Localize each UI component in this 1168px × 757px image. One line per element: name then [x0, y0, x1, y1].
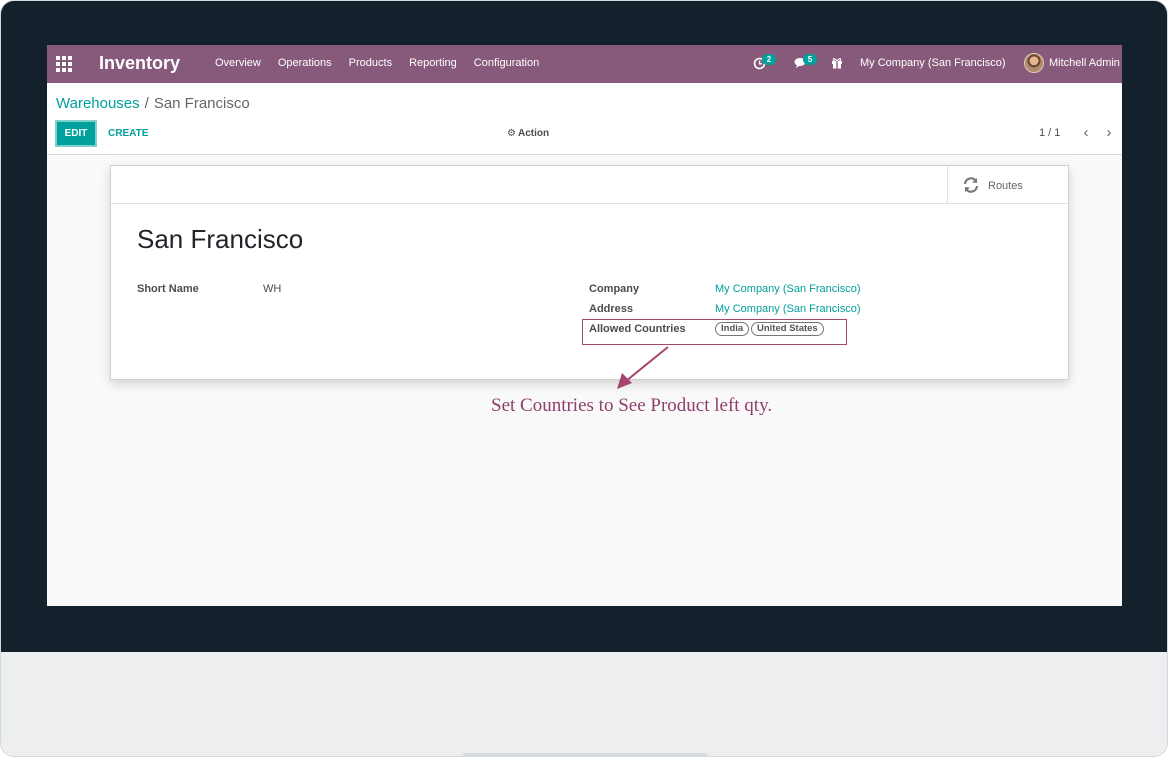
- control-panel: Warehouses / San Francisco EDIT CREATE ⚙ Ac…: [47, 83, 1122, 155]
- routes-button[interactable]: Routes: [947, 166, 1068, 203]
- gift-icon[interactable]: [830, 57, 844, 71]
- menu-item-overview[interactable]: Overview: [215, 57, 261, 69]
- create-button[interactable]: CREATE: [108, 128, 148, 139]
- user-menu[interactable]: Mitchell Admin: [1049, 57, 1120, 69]
- breadcrumb: Warehouses / San Francisco: [56, 95, 250, 112]
- edit-button[interactable]: EDIT: [55, 120, 97, 147]
- refresh-icon: [963, 177, 979, 193]
- routes-label: Routes: [988, 180, 1023, 192]
- apps-grid-icon[interactable]: [56, 56, 72, 72]
- smart-button-box: Routes: [111, 166, 1068, 204]
- chevron-right-icon[interactable]: ›: [1103, 124, 1115, 141]
- app-title[interactable]: Inventory: [99, 53, 180, 74]
- gear-icon: ⚙: [507, 128, 516, 139]
- activity-badge: 2: [762, 54, 776, 65]
- monitor-frame: Inventory Overview Operations Products R…: [0, 0, 1168, 757]
- company-switcher[interactable]: My Company (San Francisco): [860, 57, 1006, 69]
- menu-item-products[interactable]: Products: [349, 57, 392, 69]
- short-name-label: Short Name: [137, 283, 199, 295]
- menu-item-operations[interactable]: Operations: [278, 57, 332, 69]
- record-title: San Francisco: [137, 224, 304, 254]
- short-name-value: WH: [263, 283, 282, 295]
- menu-item-reporting[interactable]: Reporting: [409, 57, 457, 69]
- address-label: Address: [589, 303, 634, 315]
- user-avatar[interactable]: [1024, 53, 1044, 73]
- breadcrumb-separator: /: [144, 95, 149, 112]
- company-link[interactable]: My Company (San Francisco): [715, 283, 861, 295]
- company-label: Company: [589, 283, 640, 295]
- action-menu-button[interactable]: ⚙ Action: [507, 128, 549, 139]
- monitor-stand: [463, 753, 707, 756]
- top-navbar: Inventory Overview Operations Products R…: [47, 45, 1122, 83]
- main-menu: Overview Operations Products Reporting C…: [215, 57, 556, 69]
- breadcrumb-warehouses[interactable]: Warehouses: [56, 95, 140, 112]
- action-label: Action: [517, 128, 550, 139]
- navbar-systray: 2 5 My Company (San Francisco) Mitchell …: [747, 45, 1122, 83]
- chevron-left-icon[interactable]: ‹: [1080, 124, 1092, 141]
- menu-item-configuration[interactable]: Configuration: [474, 57, 539, 69]
- form-sheet: Routes San Francisco Short Name WH Compa…: [110, 165, 1069, 380]
- breadcrumb-current: San Francisco: [153, 95, 250, 112]
- messages-badge: 5: [803, 54, 817, 65]
- annotation-text: Set Countries to See Product left qty.: [491, 395, 773, 416]
- annotation-highlight-box: [582, 319, 847, 345]
- address-link[interactable]: My Company (San Francisco): [715, 303, 861, 315]
- pager-value[interactable]: 1 / 1: [1039, 127, 1060, 139]
